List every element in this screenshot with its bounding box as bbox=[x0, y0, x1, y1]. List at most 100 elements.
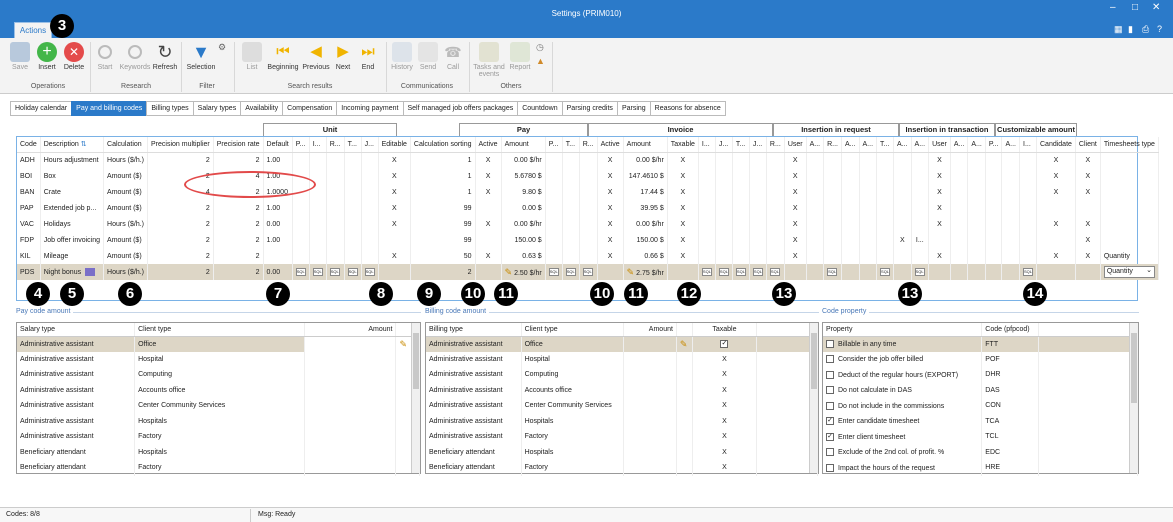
col-header-precision-multiplier[interactable]: Precision multiplier bbox=[147, 137, 214, 153]
cell-r[interactable] bbox=[326, 216, 345, 232]
cell-p[interactable] bbox=[292, 232, 310, 248]
cell-timesheets-type[interactable]: Quantity ⌄ bbox=[1100, 264, 1159, 280]
sql-button[interactable]: SQL bbox=[312, 268, 323, 276]
col-header-code[interactable]: Code bbox=[17, 137, 41, 153]
list-item[interactable]: Administrative assistant Factory X bbox=[426, 429, 819, 445]
clock-icon[interactable]: ◷ bbox=[536, 42, 544, 53]
cell-a[interactable] bbox=[806, 232, 825, 248]
cell-default[interactable]: 0.00 bbox=[263, 216, 293, 232]
stamp-icon[interactable]: ▲ bbox=[536, 56, 545, 66]
cell-a[interactable] bbox=[1001, 168, 1020, 184]
col-header-amount[interactable]: Amount bbox=[501, 137, 546, 153]
cell-amount[interactable]: 150.00 $ bbox=[501, 232, 546, 248]
billing-scrollbar[interactable] bbox=[809, 323, 818, 473]
cell-code[interactable]: VAC bbox=[17, 216, 41, 232]
cell-user[interactable]: X bbox=[928, 200, 951, 216]
cell-a[interactable] bbox=[841, 248, 860, 264]
cell-client[interactable]: X bbox=[1075, 152, 1101, 168]
cell-active[interactable]: X bbox=[597, 248, 624, 264]
col-header-default[interactable]: Default bbox=[263, 137, 293, 153]
cell-a[interactable] bbox=[806, 200, 825, 216]
cell-amount[interactable]: ✎ 2.75 $/hr bbox=[623, 264, 668, 280]
col-header-user[interactable]: User bbox=[928, 137, 951, 153]
cell-taxable[interactable]: X bbox=[667, 168, 699, 184]
cell-i[interactable]: SQL bbox=[309, 264, 327, 280]
sql-button[interactable]: SQL bbox=[329, 268, 340, 276]
cell-t[interactable] bbox=[562, 184, 580, 200]
cell-t[interactable]: SQL bbox=[876, 264, 895, 280]
cell-a[interactable] bbox=[893, 216, 912, 232]
cell-i[interactable] bbox=[1019, 152, 1037, 168]
previous-button[interactable]: ◀ Previous bbox=[302, 42, 330, 71]
cell-amount[interactable]: 147.4610 $ bbox=[623, 168, 668, 184]
list-item[interactable]: Do not calculate in DAS DAS bbox=[823, 382, 1139, 398]
cell-a[interactable] bbox=[841, 184, 860, 200]
cell-calc-sorting[interactable]: 2 bbox=[410, 264, 476, 280]
cell-timesheets-type[interactable] bbox=[1100, 200, 1159, 216]
minimize-icon[interactable]: – bbox=[1110, 2, 1116, 13]
list-item[interactable]: Administrative assistant Hospitals bbox=[17, 413, 420, 429]
cell-i[interactable] bbox=[309, 152, 327, 168]
cell-i[interactable]: SQL bbox=[1019, 264, 1037, 280]
cell-a[interactable] bbox=[911, 200, 930, 216]
cell-a[interactable] bbox=[950, 184, 969, 200]
col-header-t[interactable]: T... bbox=[344, 137, 362, 153]
cell-active[interactable] bbox=[475, 200, 502, 216]
call-button[interactable]: ☎ Call bbox=[441, 42, 465, 71]
history-button[interactable]: History bbox=[389, 42, 415, 71]
cell-r[interactable] bbox=[579, 184, 598, 200]
cell-r[interactable] bbox=[326, 168, 345, 184]
col-header-amount[interactable]: Amount bbox=[623, 137, 668, 153]
list-item[interactable]: Administrative assistant Computing X bbox=[426, 367, 819, 383]
cell-j[interactable] bbox=[715, 216, 733, 232]
pay-col-header[interactable]: Amount bbox=[304, 323, 397, 337]
cell-client[interactable] bbox=[1075, 200, 1101, 216]
cell-timesheets-type[interactable] bbox=[1100, 232, 1159, 248]
cell-r[interactable] bbox=[326, 200, 345, 216]
sql-button[interactable]: SQL bbox=[347, 268, 358, 276]
cell-a[interactable] bbox=[893, 248, 912, 264]
cell-a[interactable]: SQL bbox=[911, 264, 930, 280]
sql-button[interactable]: SQL bbox=[364, 268, 375, 276]
cell-r[interactable] bbox=[579, 152, 598, 168]
cell-calculation[interactable]: Hours ($/h.) bbox=[103, 152, 148, 168]
col-header-i[interactable]: I... bbox=[309, 137, 327, 153]
pencil-icon[interactable]: ✎ bbox=[399, 339, 407, 349]
cell-a[interactable] bbox=[1001, 200, 1020, 216]
list-item[interactable]: ✓ Enter candidate timesheet TCA bbox=[823, 413, 1139, 429]
cell-precision-multiplier[interactable]: 2 bbox=[147, 200, 214, 216]
col-header-calculation[interactable]: Calculation bbox=[103, 137, 148, 153]
refresh-button[interactable]: ↻ Refresh bbox=[151, 42, 179, 71]
cell-taxable[interactable]: X bbox=[667, 248, 699, 264]
cell-t[interactable] bbox=[562, 168, 580, 184]
sort-filter-icon[interactable]: ⇅ bbox=[79, 141, 87, 148]
cell-user[interactable]: X bbox=[784, 152, 807, 168]
cell-t[interactable] bbox=[344, 168, 362, 184]
property-col-header[interactable]: Property bbox=[823, 323, 983, 337]
cell-a[interactable] bbox=[893, 264, 912, 280]
cell-taxable[interactable]: X bbox=[667, 200, 699, 216]
selection-button[interactable]: ▼ Selection bbox=[184, 42, 218, 71]
cell-p[interactable] bbox=[545, 200, 563, 216]
cell-description[interactable]: Hours adjustment bbox=[40, 152, 105, 168]
cell-taxable[interactable]: X bbox=[667, 184, 699, 200]
cell-j[interactable] bbox=[361, 216, 379, 232]
col-header-a[interactable]: A... bbox=[841, 137, 860, 153]
cell-t[interactable] bbox=[732, 232, 750, 248]
cell-timesheets-type[interactable] bbox=[1100, 152, 1159, 168]
cell-p[interactable] bbox=[545, 168, 563, 184]
cell-t[interactable]: SQL bbox=[562, 264, 580, 280]
billing-col-header[interactable]: Client type bbox=[521, 323, 624, 337]
sql-button[interactable]: SQL bbox=[880, 268, 891, 276]
cell-amount[interactable]: 0.00 $ bbox=[501, 200, 546, 216]
list-item[interactable]: Administrative assistant Center Community… bbox=[426, 398, 819, 414]
list-item[interactable]: Administrative assistant Factory bbox=[17, 429, 420, 445]
cell-candidate[interactable]: X bbox=[1036, 216, 1076, 232]
cell-description[interactable]: Job offer invoicing bbox=[40, 232, 105, 248]
cell-j[interactable]: SQL bbox=[361, 264, 379, 280]
cell-active[interactable] bbox=[475, 232, 502, 248]
cell-precision-multiplier[interactable]: 2 bbox=[147, 152, 214, 168]
cell-a[interactable] bbox=[967, 152, 986, 168]
tab-reasons-for-absence[interactable]: Reasons for absence bbox=[649, 101, 726, 116]
col-header-user[interactable]: User bbox=[784, 137, 807, 153]
